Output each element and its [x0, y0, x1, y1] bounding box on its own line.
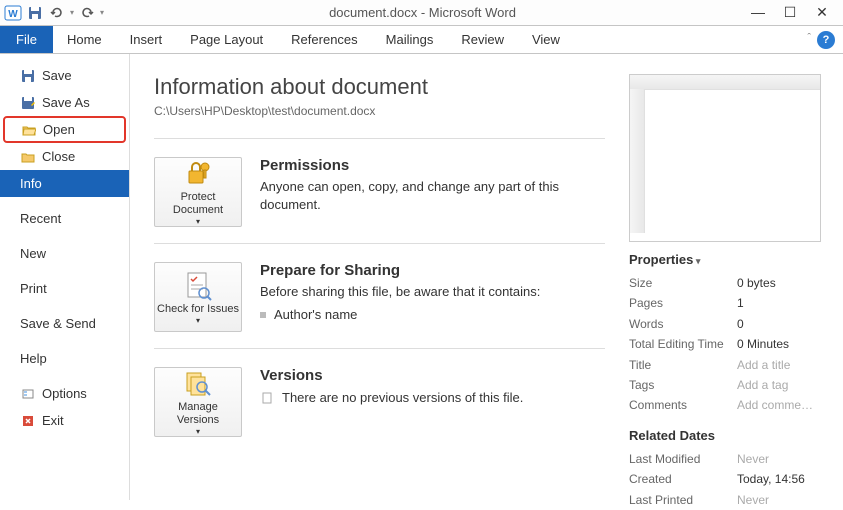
property-label: Pages — [629, 293, 737, 313]
save-icon — [20, 68, 36, 84]
maximize-button[interactable]: ☐ — [783, 4, 797, 21]
tab-review[interactable]: Review — [447, 26, 518, 53]
sharing-section: Check for Issues ▾ Prepare for Sharing B… — [154, 243, 605, 348]
tab-insert[interactable]: Insert — [116, 26, 177, 53]
property-row: Words0 — [629, 314, 831, 334]
versions-doc-icon — [260, 391, 274, 405]
undo-icon[interactable] — [48, 4, 66, 22]
save-as-icon — [20, 95, 36, 111]
sharing-heading: Prepare for Sharing — [260, 262, 605, 279]
sidebar-save-send[interactable]: Save & Send — [0, 310, 129, 337]
tab-view[interactable]: View — [518, 26, 574, 53]
property-value: 0 bytes — [737, 273, 776, 293]
close-window-button[interactable]: ✕ — [815, 4, 829, 21]
permissions-heading: Permissions — [260, 157, 605, 174]
redo-icon[interactable] — [78, 4, 96, 22]
sharing-bullet: Author's name — [260, 307, 605, 322]
document-preview — [629, 74, 821, 242]
help-icon[interactable]: ? — [817, 31, 835, 49]
property-value: 1 — [737, 293, 744, 313]
property-value[interactable]: Add a tag — [737, 375, 788, 395]
page-title: Information about document — [154, 74, 605, 100]
titlebar: W ▾ ▾ document.docx - Microsoft Word — ☐… — [0, 0, 843, 26]
property-value: 0 — [737, 314, 744, 334]
versions-text-line: There are no previous versions of this f… — [260, 390, 605, 405]
manage-versions-button[interactable]: Manage Versions ▾ — [154, 367, 242, 437]
date-label: Last Modified — [629, 449, 737, 469]
property-label: Size — [629, 273, 737, 293]
property-value[interactable]: Add a title — [737, 355, 790, 375]
sidebar-new[interactable]: New — [0, 240, 129, 267]
ribbon-tabs: File Home Insert Page Layout References … — [0, 26, 843, 54]
property-label: Words — [629, 314, 737, 334]
bullet-icon — [260, 312, 266, 318]
checklist-icon — [182, 269, 214, 301]
svg-text:W: W — [8, 9, 18, 20]
sidebar-recent[interactable]: Recent — [0, 205, 129, 232]
minimize-button[interactable]: — — [751, 4, 765, 21]
versions-icon — [182, 367, 214, 399]
sidebar-save-as[interactable]: Save As — [0, 89, 129, 116]
property-label: Tags — [629, 375, 737, 395]
sidebar-options[interactable]: Options — [0, 380, 129, 407]
related-dates-header: Related Dates — [629, 428, 831, 443]
date-label: Created — [629, 469, 737, 489]
versions-heading: Versions — [260, 367, 605, 384]
date-row: Last ModifiedNever — [629, 449, 831, 469]
property-value: 0 Minutes — [737, 334, 789, 354]
property-label: Title — [629, 355, 737, 375]
date-value: Never — [737, 449, 769, 469]
folder-open-icon — [21, 122, 37, 138]
sidebar-exit[interactable]: Exit — [0, 407, 129, 434]
property-row: TagsAdd a tag — [629, 375, 831, 395]
sidebar-close[interactable]: Close — [0, 143, 129, 170]
check-issues-button[interactable]: Check for Issues ▾ — [154, 262, 242, 332]
folder-close-icon — [20, 149, 36, 165]
file-tab[interactable]: File — [0, 26, 53, 53]
sidebar-print[interactable]: Print — [0, 275, 129, 302]
sidebar-save[interactable]: Save — [0, 62, 129, 89]
permissions-section: Protect Document ▾ Permissions Anyone ca… — [154, 138, 605, 243]
versions-section: Manage Versions ▾ Versions There are no … — [154, 348, 605, 453]
sharing-text: Before sharing this file, be aware that … — [260, 283, 605, 301]
save-icon[interactable] — [26, 4, 44, 22]
sidebar-help[interactable]: Help — [0, 345, 129, 372]
tab-page-layout[interactable]: Page Layout — [176, 26, 277, 53]
tab-mailings[interactable]: Mailings — [372, 26, 448, 53]
word-app-icon[interactable]: W — [4, 4, 22, 22]
property-row: TitleAdd a title — [629, 355, 831, 375]
property-row: Size0 bytes — [629, 273, 831, 293]
property-row: Total Editing Time0 Minutes — [629, 334, 831, 354]
minimize-ribbon-icon[interactable]: ˆ — [807, 32, 811, 44]
tab-home[interactable]: Home — [53, 26, 116, 53]
sidebar-open[interactable]: Open — [3, 116, 126, 143]
property-label: Total Editing Time — [629, 334, 737, 354]
protect-document-button[interactable]: Protect Document ▾ — [154, 157, 242, 227]
options-icon — [20, 386, 36, 402]
property-label: Comments — [629, 395, 737, 415]
properties-header[interactable]: Properties — [629, 252, 831, 267]
property-value[interactable]: Add comme… — [737, 395, 813, 415]
window-title: document.docx - Microsoft Word — [108, 5, 737, 20]
tab-references[interactable]: References — [277, 26, 371, 53]
backstage-sidebar: Save Save As Open Close Info Recent New … — [0, 54, 130, 500]
property-row: CommentsAdd comme… — [629, 395, 831, 415]
date-row: CreatedToday, 14:56 — [629, 469, 831, 489]
exit-icon — [20, 413, 36, 429]
permissions-text: Anyone can open, copy, and change any pa… — [260, 178, 605, 214]
date-value: Today, 14:56 — [737, 469, 805, 489]
lock-key-icon — [182, 157, 214, 189]
sidebar-info[interactable]: Info — [0, 170, 129, 197]
document-path: C:\Users\HP\Desktop\test\document.docx — [154, 104, 605, 118]
property-row: Pages1 — [629, 293, 831, 313]
